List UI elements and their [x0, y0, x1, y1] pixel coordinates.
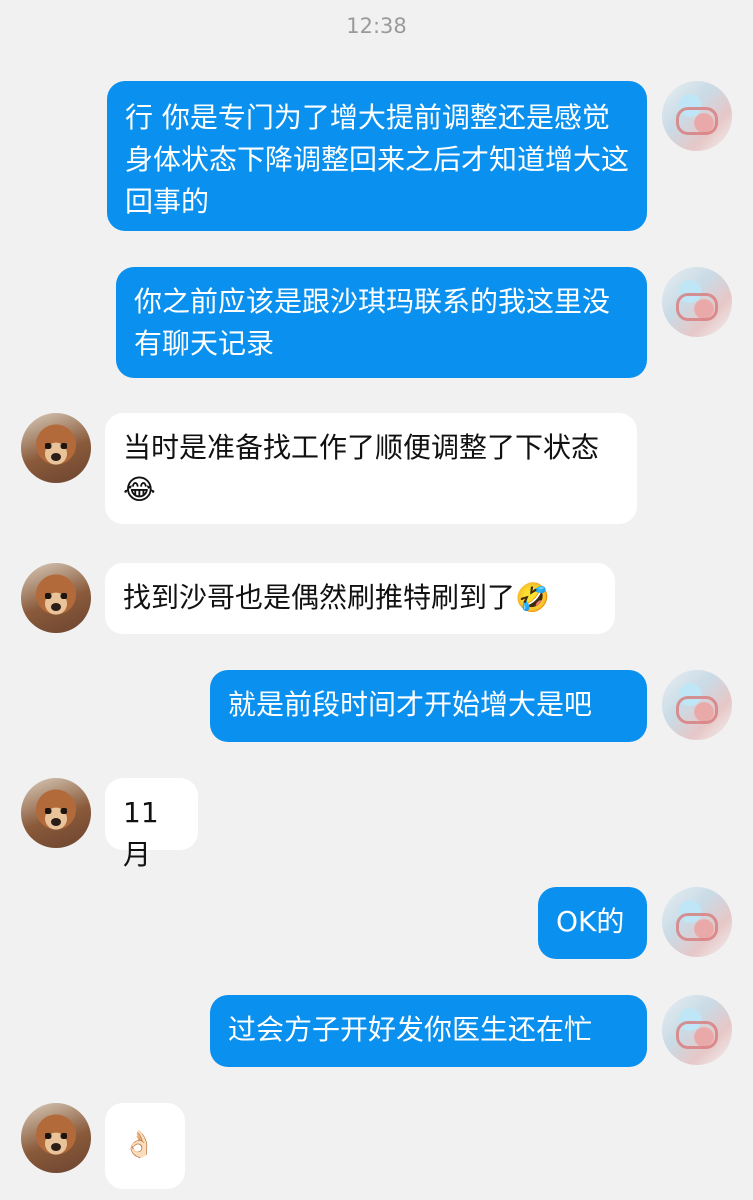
message-bubble-outgoing[interactable]: 就是前段时间才开始增大是吧	[210, 670, 647, 742]
message-text: 11月	[123, 796, 159, 871]
user-avatar[interactable]	[662, 670, 732, 740]
message-bubble-outgoing[interactable]: 过会方子开好发你医生还在忙	[210, 995, 647, 1067]
message-text: 你之前应该是跟沙琪玛联系的我这里没有聊天记录	[134, 285, 611, 360]
user-avatar[interactable]	[662, 887, 732, 957]
message-text: 就是前段时间才开始增大是吧	[228, 688, 593, 721]
message-text: OK的	[556, 905, 625, 938]
contact-avatar[interactable]	[21, 1103, 91, 1173]
user-avatar[interactable]	[662, 267, 732, 337]
message-text: 行 你是专门为了增大提前调整还是感觉身体状态下降调整回来之后才知道增大这回事的	[125, 101, 630, 218]
contact-avatar[interactable]	[21, 563, 91, 633]
user-avatar[interactable]	[662, 995, 732, 1065]
message-text: 当时是准备找工作了顺便调整了下状态😂	[123, 431, 600, 506]
ok-hand-emoji: 👌🏻	[123, 1130, 156, 1160]
message-text: 过会方子开好发你医生还在忙	[228, 1013, 593, 1046]
message-bubble-incoming[interactable]: 当时是准备找工作了顺便调整了下状态😂	[105, 413, 637, 524]
message-text: 找到沙哥也是偶然刷推特刷到了🤣	[123, 581, 550, 614]
message-bubble-outgoing[interactable]: 你之前应该是跟沙琪玛联系的我这里没有聊天记录	[116, 267, 647, 378]
message-bubble-incoming[interactable]: 11月	[105, 778, 198, 871]
user-avatar[interactable]	[662, 81, 732, 151]
contact-avatar[interactable]	[21, 778, 91, 848]
contact-avatar[interactable]	[21, 413, 91, 483]
message-bubble-incoming[interactable]: 👌🏻	[105, 1103, 185, 1189]
chat-timestamp: 12:38	[346, 14, 407, 38]
message-bubble-incoming[interactable]: 找到沙哥也是偶然刷推特刷到了🤣	[105, 563, 615, 634]
message-bubble-outgoing[interactable]: 行 你是专门为了增大提前调整还是感觉身体状态下降调整回来之后才知道增大这回事的	[107, 81, 647, 231]
message-bubble-outgoing[interactable]: OK的	[538, 887, 647, 959]
